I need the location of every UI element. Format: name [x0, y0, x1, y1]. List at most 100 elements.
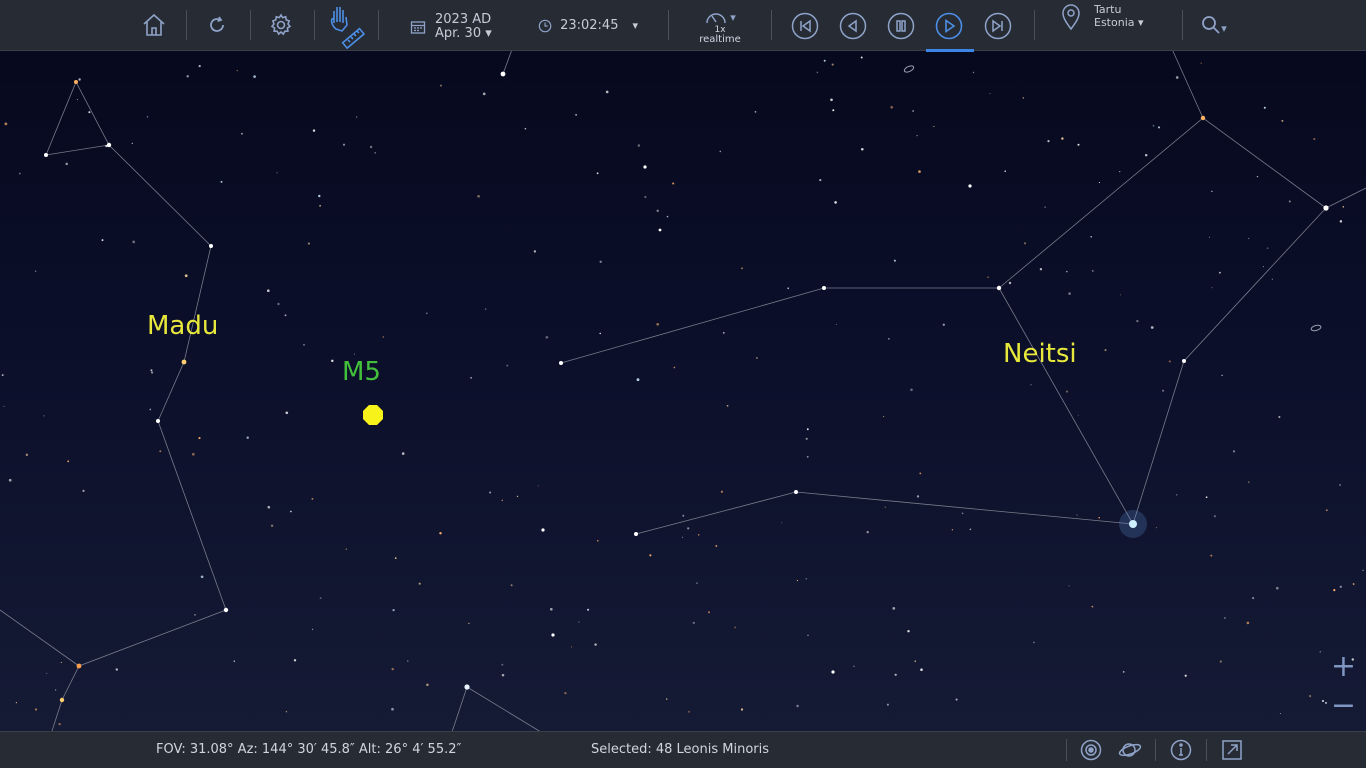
- star: [1065, 270, 1068, 273]
- star: [1161, 389, 1165, 392]
- time-dropdown-arrow[interactable]: ▾: [632, 19, 638, 33]
- sky-view[interactable]: [0, 0, 1366, 768]
- search-button[interactable]: ▾: [1198, 12, 1230, 38]
- constellation-line-madu-head: [45, 81, 110, 156]
- star: [643, 165, 647, 169]
- star: [15, 701, 18, 704]
- star: [549, 607, 553, 611]
- star: [1182, 359, 1186, 363]
- star: [426, 683, 429, 687]
- star: [571, 646, 573, 648]
- settings-button[interactable]: [268, 12, 294, 38]
- star: [656, 322, 660, 326]
- star: [1098, 182, 1100, 184]
- star: [1224, 617, 1226, 619]
- status-bar: FOV: 31.08° Az: 144° 30′ 45.8″ Alt: 26° …: [0, 731, 1366, 768]
- time-picker[interactable]: 23:02:45 ▾: [538, 16, 638, 36]
- star: [345, 548, 348, 550]
- star: [575, 113, 578, 116]
- star: [209, 244, 213, 248]
- play-button[interactable]: [934, 11, 964, 41]
- skip-back-button[interactable]: [790, 11, 820, 41]
- star: [156, 419, 160, 423]
- star: [1155, 527, 1157, 529]
- star: [67, 460, 70, 463]
- orbit-button[interactable]: [1117, 738, 1143, 762]
- time-speed-control[interactable]: ▾ 1x realtime: [690, 6, 750, 48]
- star: [682, 536, 684, 538]
- star: [794, 490, 798, 494]
- star: [374, 151, 377, 154]
- center-target-button[interactable]: [1079, 738, 1103, 762]
- star: [787, 287, 790, 290]
- top-toolbar: 2023 AD Apr. 30 ▾ 23:02:45 ▾ ▾ 1x realti…: [0, 0, 1366, 52]
- star: [34, 708, 38, 711]
- star: [559, 361, 563, 365]
- skip-back-icon: [791, 12, 819, 40]
- star: [673, 366, 676, 369]
- toolbar-divider: [314, 10, 315, 40]
- skip-forward-button[interactable]: [983, 11, 1013, 41]
- star: [734, 626, 737, 629]
- star: [4, 122, 8, 126]
- step-back-button[interactable]: [838, 11, 868, 41]
- refresh-button[interactable]: [205, 13, 229, 37]
- star: [707, 611, 711, 614]
- star: [594, 643, 597, 646]
- star: [672, 182, 675, 185]
- star: [644, 195, 647, 199]
- star: [537, 485, 539, 487]
- info-button[interactable]: [1169, 738, 1193, 762]
- star: [933, 125, 935, 128]
- star: [682, 514, 685, 517]
- constellation-line-neitsi-a: [560, 117, 1366, 364]
- star: [834, 201, 837, 204]
- star: [34, 270, 37, 272]
- star: [942, 323, 945, 326]
- star: [1175, 76, 1179, 79]
- constellation-label-madu[interactable]: Madu: [147, 311, 218, 341]
- star: [303, 344, 305, 346]
- location-picker[interactable]: Tartu Estonia ▾: [1060, 3, 1160, 33]
- speed-dropdown-arrow[interactable]: ▾: [730, 12, 736, 23]
- star: [805, 578, 808, 580]
- m5-cluster-marker[interactable]: [363, 405, 383, 425]
- clock-icon: [538, 19, 552, 33]
- constellation-line-madu-tail: [0, 609, 80, 667]
- star: [831, 63, 834, 66]
- zoom-out-button[interactable]: −: [1331, 691, 1356, 721]
- star: [236, 70, 238, 72]
- star: [307, 242, 310, 245]
- star: [331, 359, 334, 363]
- star: [1022, 97, 1025, 99]
- speed-mode: realtime: [699, 34, 741, 45]
- star: [893, 259, 896, 262]
- search-dropdown-arrow[interactable]: ▾: [1221, 23, 1227, 34]
- star: [1023, 242, 1027, 245]
- object-label-m5[interactable]: M5: [342, 357, 381, 387]
- star: [822, 286, 826, 290]
- pause-button[interactable]: [886, 11, 916, 41]
- star: [1098, 517, 1100, 519]
- star: [312, 628, 314, 630]
- star: [382, 336, 384, 338]
- star: [720, 490, 724, 493]
- star: [293, 659, 297, 662]
- star: [159, 450, 162, 453]
- star: [191, 452, 195, 456]
- star: [74, 80, 78, 84]
- date-picker[interactable]: 2023 AD Apr. 30 ▾: [410, 12, 500, 42]
- star: [658, 228, 662, 232]
- tools-button[interactable]: [326, 3, 366, 49]
- star: [832, 109, 835, 112]
- external-link-button[interactable]: [1220, 738, 1244, 762]
- star: [687, 527, 690, 530]
- star: [394, 557, 397, 559]
- star: [106, 142, 112, 148]
- star: [501, 663, 504, 666]
- constellation-label-neitsi[interactable]: Neitsi: [1003, 339, 1077, 369]
- home-button[interactable]: [140, 11, 168, 39]
- external-link-icon: [1222, 740, 1242, 760]
- zoom-in-button[interactable]: +: [1331, 652, 1356, 682]
- star: [516, 495, 519, 498]
